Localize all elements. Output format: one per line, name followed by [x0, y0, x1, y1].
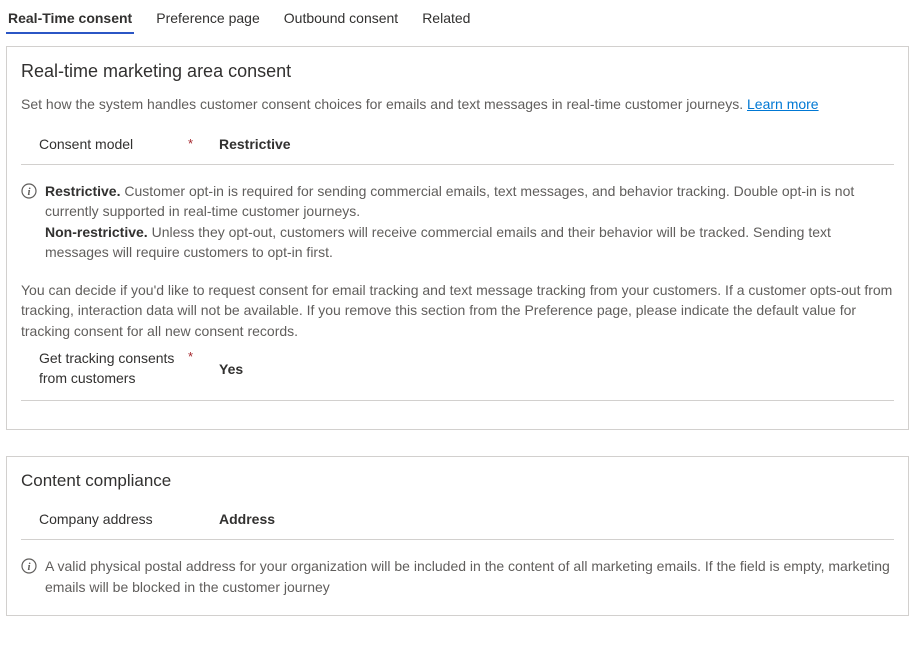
nonrestrictive-label: Non-restrictive. — [45, 224, 148, 240]
tracking-consents-field: Get tracking consents from customers * Y… — [21, 345, 894, 401]
learn-more-link[interactable]: Learn more — [747, 96, 819, 112]
field-label-wrap: Get tracking consents from customers * — [39, 349, 209, 388]
consent-model-field: Consent model * Restrictive — [21, 128, 894, 165]
consent-model-info: i Restrictive. Customer opt-in is requir… — [21, 175, 894, 262]
svg-text:i: i — [27, 561, 31, 573]
info-icon: i — [21, 183, 37, 199]
info-text: Restrictive. Customer opt-in is required… — [45, 181, 894, 262]
tab-preference-page[interactable]: Preference page — [154, 6, 262, 34]
restrictive-label: Restrictive. — [45, 183, 120, 199]
tab-outbound-consent[interactable]: Outbound consent — [282, 6, 400, 34]
tracking-consents-value[interactable]: Yes — [209, 361, 243, 377]
tab-realtime-consent[interactable]: Real-Time consent — [6, 6, 134, 34]
required-indicator: * — [188, 136, 199, 151]
tab-related[interactable]: Related — [420, 6, 472, 34]
company-address-label: Company address — [39, 511, 153, 527]
tab-bar: Real-Time consent Preference page Outbou… — [6, 4, 909, 34]
restrictive-text: Customer opt-in is required for sending … — [45, 183, 854, 219]
svg-text:i: i — [27, 186, 31, 198]
consent-model-label: Consent model — [39, 136, 133, 152]
tracking-consents-label: Get tracking consents from customers — [39, 349, 188, 388]
address-info: i A valid physical postal address for yo… — [21, 550, 894, 597]
company-address-value[interactable]: Address — [209, 511, 275, 527]
info-icon: i — [21, 558, 37, 574]
field-label-wrap: Company address — [39, 511, 209, 527]
company-address-field: Company address Address — [21, 503, 894, 540]
nonrestrictive-text: Unless they opt-out, customers will rece… — [45, 224, 831, 260]
panel-desc-text: Set how the system handles customer cons… — [21, 96, 747, 112]
panel-title: Content compliance — [21, 471, 894, 491]
field-label-wrap: Consent model * — [39, 136, 209, 152]
address-info-text: A valid physical postal address for your… — [45, 556, 894, 597]
consent-model-value[interactable]: Restrictive — [209, 136, 291, 152]
panel-description: Set how the system handles customer cons… — [21, 96, 894, 112]
tracking-description: You can decide if you'd like to request … — [21, 280, 894, 341]
realtime-consent-panel: Real-time marketing area consent Set how… — [6, 46, 909, 430]
required-indicator: * — [188, 349, 199, 364]
content-compliance-panel: Content compliance Company address Addre… — [6, 456, 909, 616]
panel-title: Real-time marketing area consent — [21, 61, 894, 82]
